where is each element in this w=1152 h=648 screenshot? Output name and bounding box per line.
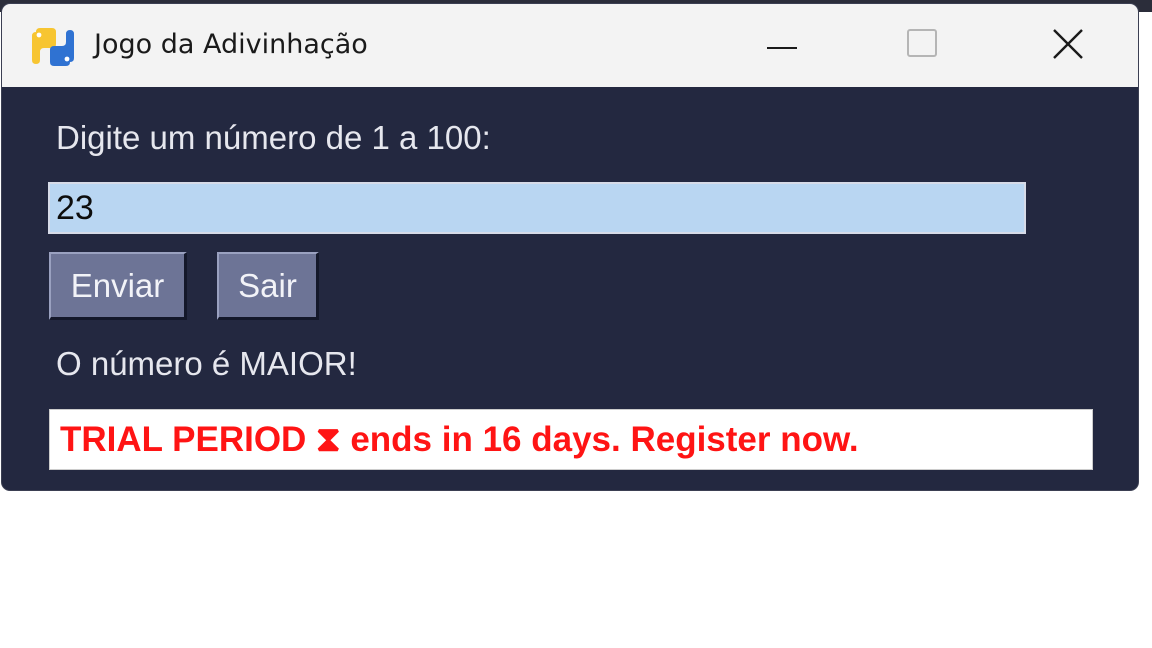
maximize-icon [907, 28, 937, 64]
window-title: Jogo da Adivinhação [94, 29, 368, 60]
close-icon [1052, 28, 1084, 65]
title-bar: Jogo da Adivinhação [2, 4, 1138, 87]
app-window: Jogo da Adivinhação Digite um número de … [2, 4, 1138, 490]
feedback-message: O número é MAIOR! [56, 345, 357, 382]
trial-banner[interactable]: TRIAL PERIOD ⧗ ends in 16 days. Register… [49, 409, 1093, 470]
python-logo-icon [30, 26, 76, 68]
game-panel: Digite um número de 1 a 100: Enviar Sair… [2, 87, 1138, 490]
exit-button[interactable]: Sair [217, 252, 319, 320]
guess-input[interactable] [48, 182, 1026, 234]
submit-button[interactable]: Enviar [49, 252, 187, 320]
prompt-label: Digite um número de 1 a 100: [56, 119, 491, 156]
minimize-icon [767, 37, 797, 55]
minimize-button[interactable] [752, 18, 812, 74]
close-button[interactable] [1038, 18, 1098, 74]
trial-banner-text: TRIAL PERIOD ⧗ ends in 16 days. Register… [60, 419, 859, 459]
maximize-button[interactable] [892, 18, 952, 74]
